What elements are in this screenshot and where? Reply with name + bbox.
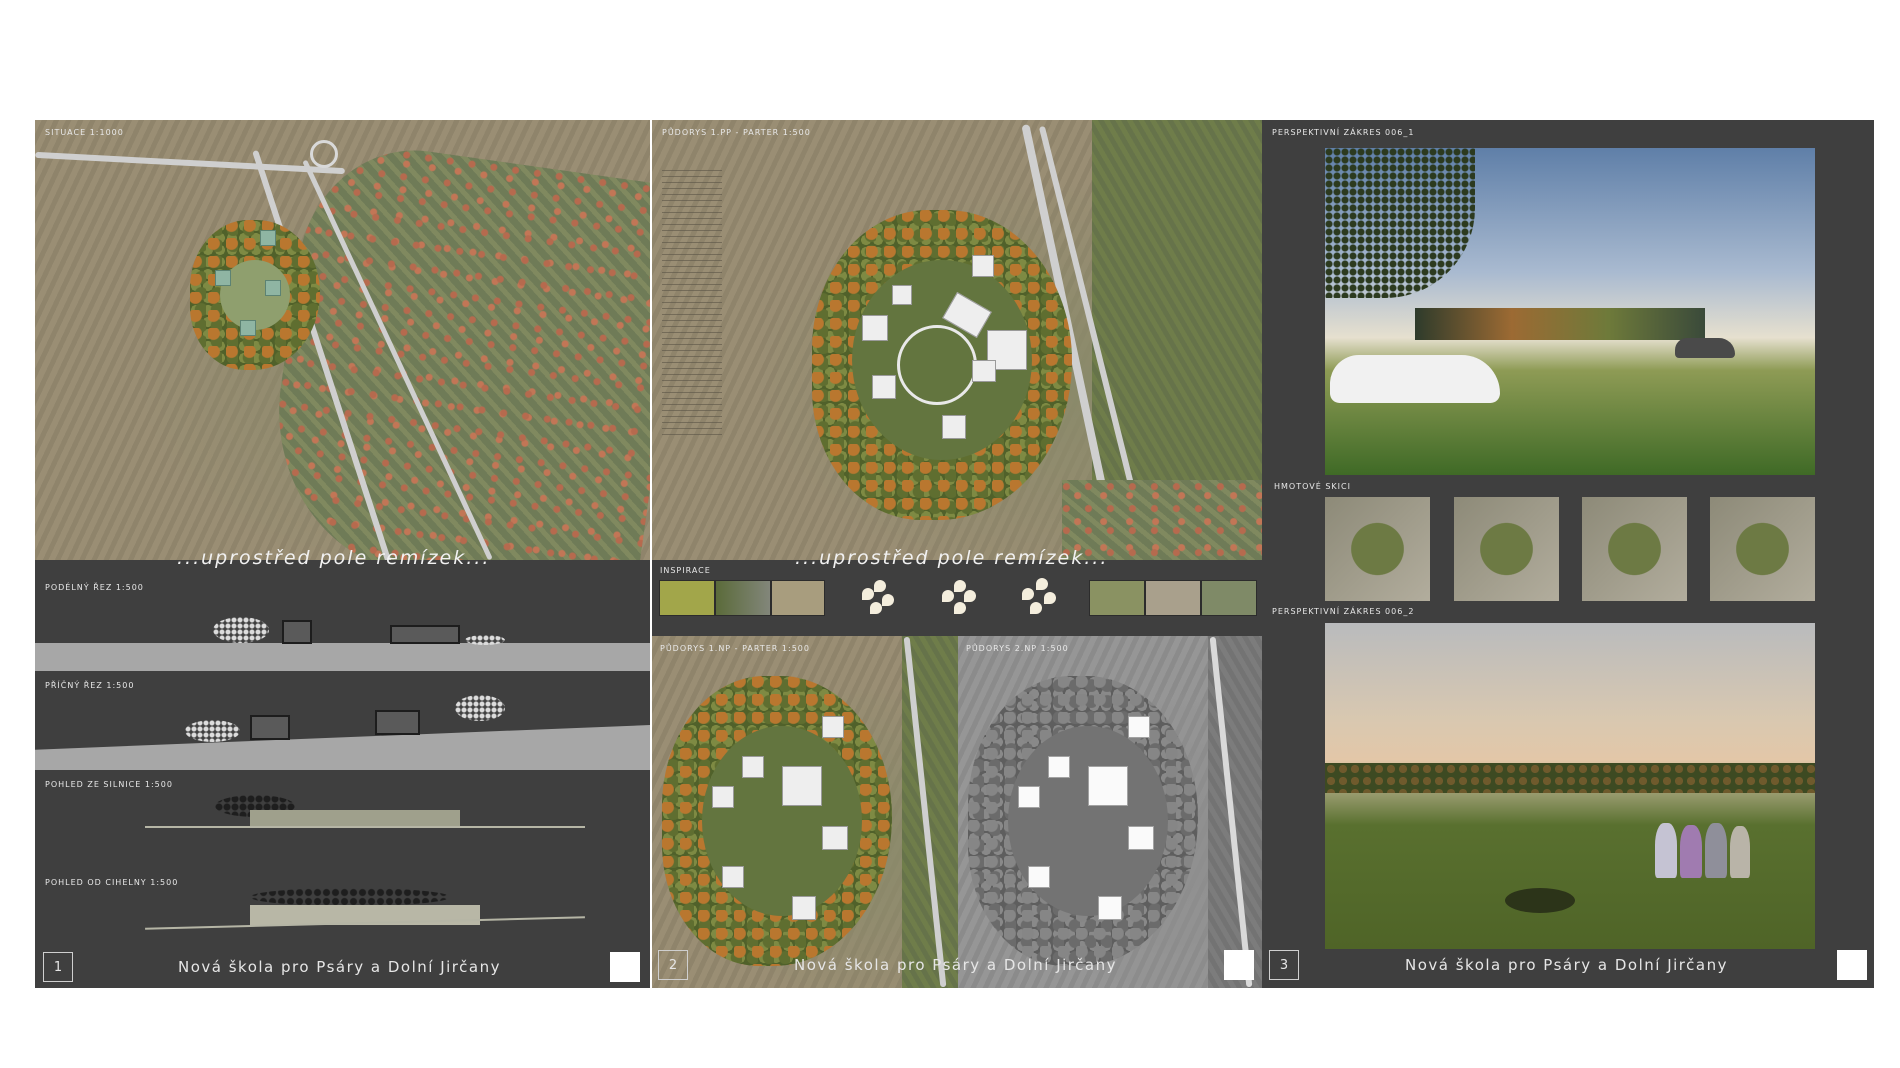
inspiration-thumb	[771, 580, 825, 616]
car	[1330, 355, 1500, 403]
bush	[1505, 888, 1575, 913]
perspektiva1-label: PERSPEKTIVNÍ ZÁKRES 006_1	[1272, 128, 1415, 137]
logo-box	[1837, 950, 1867, 980]
podelny-rez-label: PODÉLNÝ ŘEZ 1:500	[45, 583, 144, 592]
podorys-pp-label: PŮDORYS 1.PP - PARTER 1:500	[662, 128, 811, 137]
concept-diagram	[862, 580, 902, 620]
inspiration-thumb	[715, 580, 771, 616]
footer-title: Nová škola pro Psáry a Dolní Jirčany	[794, 956, 1117, 974]
pohled-cihelny-label: POHLED OD CIHELNY 1:500	[45, 878, 179, 887]
treeline	[1325, 763, 1815, 793]
massing-sketch	[1582, 497, 1687, 601]
situace-label: SITUACE 1:1000	[45, 128, 124, 137]
concept-diagram	[1022, 578, 1062, 618]
tagline: ...uprostřed pole remízek...	[795, 547, 1109, 569]
inspiration-thumb	[659, 580, 715, 616]
upper-floor-plan-map	[958, 636, 1264, 988]
hmotove-label: HMOTOVÉ SKICI	[1274, 482, 1351, 491]
perspektiva2-label: PERSPEKTIVNÍ ZÁKRES 006_2	[1272, 607, 1415, 616]
sheet-2: PŮDORYS 1.PP - PARTER 1:500 ...uprostřed…	[652, 120, 1264, 988]
podorys-2np-label: PŮDORYS 2.NP 1:500	[966, 644, 1069, 653]
children	[1655, 823, 1677, 878]
page-number: 2	[658, 950, 688, 980]
legend-list	[662, 170, 722, 440]
pohled-silnice-label: POHLED ZE SILNICE 1:500	[45, 780, 173, 789]
perspective-render-1	[1325, 148, 1815, 475]
massing-sketch	[1710, 497, 1815, 601]
inspiration-thumb	[1201, 580, 1257, 616]
central-ring	[897, 325, 977, 405]
roundabout	[310, 140, 338, 168]
basement-plan-map	[652, 120, 1264, 560]
massing-sketch	[1454, 497, 1559, 601]
logo-box	[1224, 950, 1254, 980]
perspective-render-2	[1325, 623, 1815, 949]
inspiration-thumb	[1089, 580, 1145, 616]
tagline: ...uprostřed pole remízek...	[177, 547, 491, 569]
site-plan-map	[35, 120, 650, 560]
sheet-3: PERSPEKTIVNÍ ZÁKRES 006_1 HMOTOVÉ SKICI …	[1262, 120, 1874, 988]
logo-box	[610, 952, 640, 982]
pricny-rez-label: PŘÍČNÝ ŘEZ 1:500	[45, 681, 135, 690]
ground-floor-plan-map	[652, 636, 958, 988]
section-ground	[35, 643, 650, 673]
inspiration-thumb	[1145, 580, 1201, 616]
tree-silhouette	[1325, 148, 1475, 298]
building-section	[282, 620, 312, 644]
footer-title: Nová škola pro Psáry a Dolní Jirčany	[178, 958, 501, 976]
massing-sketch	[1325, 497, 1430, 601]
main-road	[35, 151, 345, 175]
concept-diagram	[942, 580, 982, 620]
page-number: 3	[1269, 950, 1299, 980]
school-building	[1415, 308, 1705, 340]
sheet-1: SITUACE 1:1000 ...uprostřed pole remízek…	[35, 120, 650, 988]
footer-title: Nová škola pro Psáry a Dolní Jirčany	[1405, 956, 1728, 974]
podorys-1np-label: PŮDORYS 1.NP - PARTER 1:500	[660, 644, 810, 653]
page-number: 1	[43, 952, 73, 982]
inspirace-label: INSPIRACE	[660, 566, 711, 575]
